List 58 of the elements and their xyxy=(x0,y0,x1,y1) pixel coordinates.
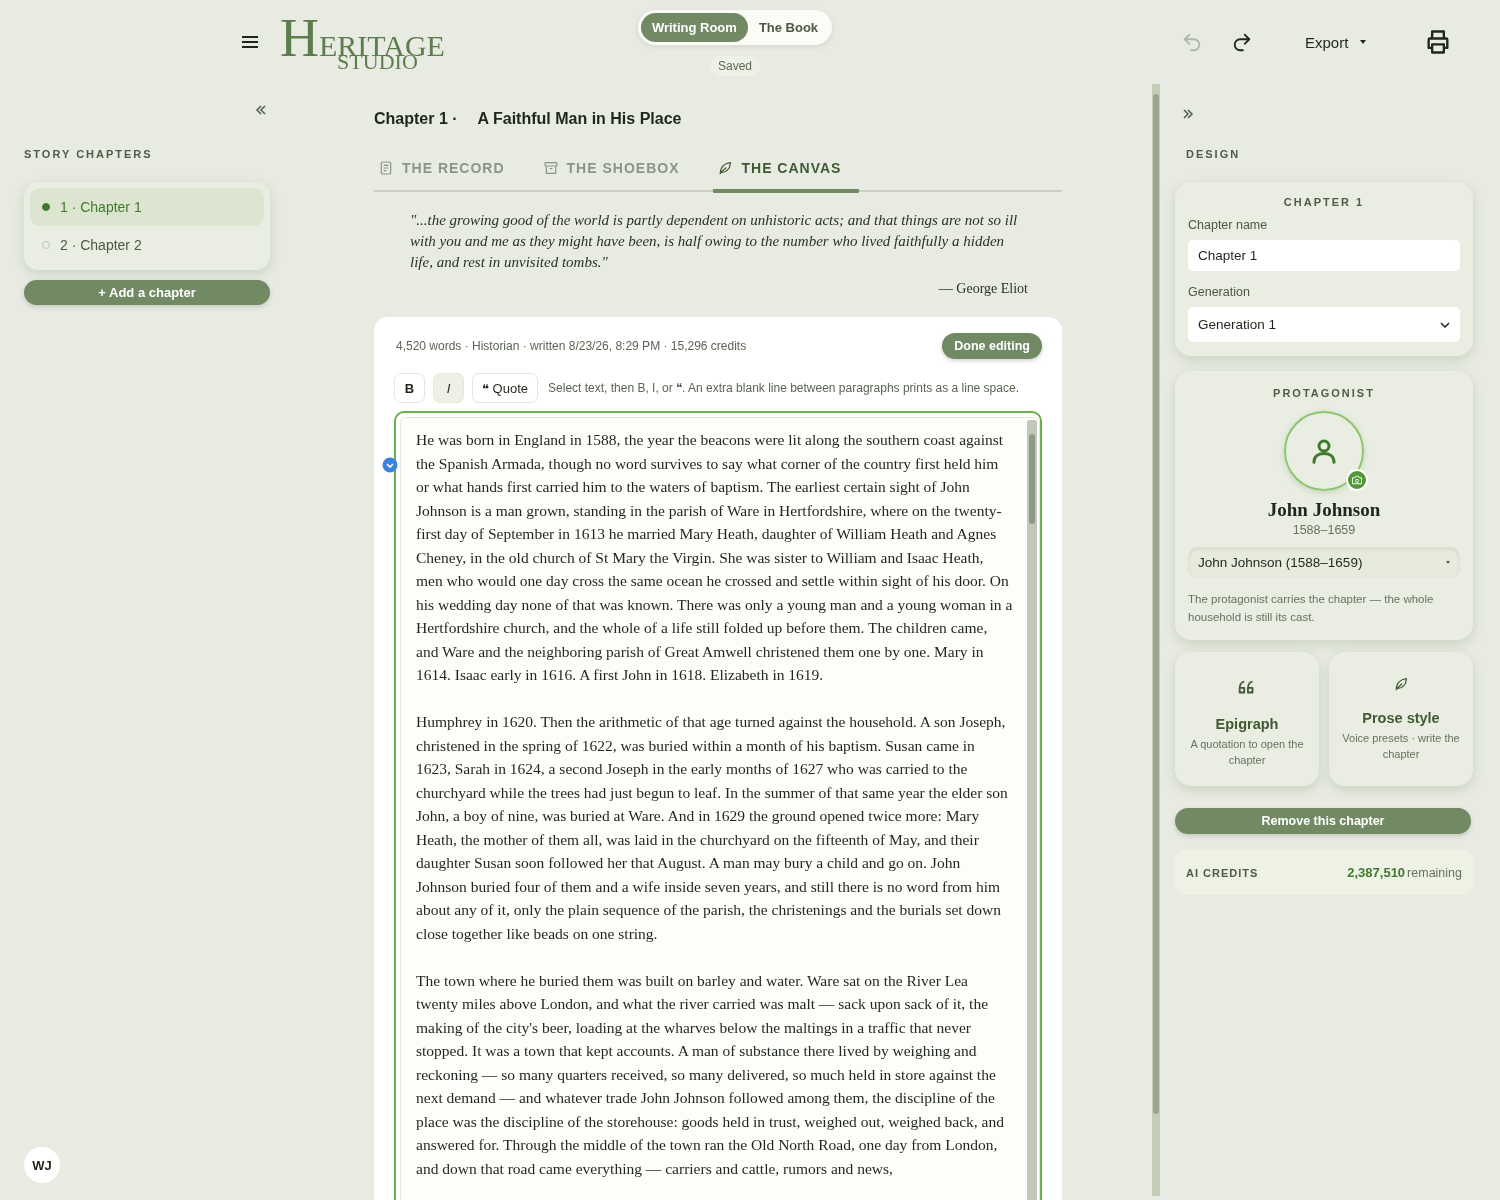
chapter-name-field[interactable]: Chapter 1 xyxy=(1188,240,1460,271)
protagonist-dates: 1588–1659 xyxy=(1292,523,1356,537)
undo-icon xyxy=(1181,31,1203,53)
redo-icon xyxy=(1231,31,1253,53)
protagonist-note: The protagonist carries the chapter — the whole household is still its cast. xyxy=(1188,592,1435,625)
remove-chapter-button[interactable]: Remove this chapter xyxy=(1175,808,1471,834)
mode-tab[interactable]: Writing Room xyxy=(640,13,748,42)
add-chapter-button[interactable]: + Add a chapter xyxy=(24,280,270,305)
bold-button[interactable]: B xyxy=(394,373,425,403)
section-title: STORY CHAPTERS xyxy=(24,148,154,160)
story-paragraph: He was born in England in 1588, the year the beacons were lit along the southern coast against the Spanish Armada, though no word survives to say what corner of the country first held him or what hands first carried him to the waters of baptism. The earliest certain sight of John Johnson is a man grown, standing in the parish of Ware in Hertfordshire, where on the twenty-first day of September in 1613 he married Mary Heath, daughter of William Heath and Agnes Cheney, in the old church of St Mary the Virgin. She was sister to William and Isaac Heath, men who would one day cross the same ocean he crossed and settle within sight of his door. On his wedding day none of that was known. There was only a young man and a young woman in a Hertfordshire church, and the whole of a life still folded up before them. The children came, and Ware and the neighboring parish of Great Amwell christened them one by one. Mary in 1614. Isaac early in 1616. A first John in 1618. Elizabeth in 1619. xyxy=(416,430,1013,685)
chapter-item[interactable]: 2 · Chapter 2 xyxy=(30,226,264,264)
epigraph-attribution: — George Eliot xyxy=(937,281,1028,297)
tool-card[interactable]: Prose style Voice presets · write the chapter xyxy=(1329,652,1473,786)
chapter-item[interactable]: 1 · Chapter 1 xyxy=(30,188,264,226)
chapter-title: A Faithful Man in His Place xyxy=(477,110,682,129)
done-editing-button[interactable]: Done editing xyxy=(942,333,1042,359)
camera-button[interactable] xyxy=(1346,469,1368,491)
mode-tab[interactable]: The Book xyxy=(747,13,830,42)
card-heading: PROTAGONIST xyxy=(1273,387,1375,399)
save-status: Saved xyxy=(710,56,760,76)
credits-amount: 2,387,510 xyxy=(1347,865,1406,880)
scrollbar-thumb[interactable] xyxy=(1029,434,1035,524)
italic-button[interactable]: I xyxy=(433,373,464,403)
section-title: DESIGN xyxy=(1185,148,1242,160)
editor-hint: Select text, then B, I, or ❝. An extra blank line between paragraphs prints as a line space. xyxy=(548,381,1019,395)
credits-suffix: remaining xyxy=(1407,866,1462,880)
caret-icon xyxy=(1446,561,1450,564)
redo-button[interactable] xyxy=(1231,31,1253,53)
story-paragraph: Humphrey in 1620. Then the arithmetic of that age turned against the household. A son Joseph, christened in the spring of 1622, was buried within a month of his baptism. Susan came in 1623, Sarah in 1624, a second Joseph in the early months of 1627 who was carried to the churchyard while the trees had just begun to leaf. In the summer of that same year the elder son John, a boy of nine, was buried at Ware. And in 1629 the ground opened twice more: Mary Heath, the mother of them all, was laid in the churchyard on the fifteenth of May, and their daughter Susan soon followed her that August. A man may bury a child and go on. John Johnson buried four of them and a wife inside seven years, and still there is no word from him about any of it, only the plain sequence of the parish, the christenings and the burials set down close together like beads on one string. xyxy=(416,712,1009,944)
tool-card[interactable]: Epigraph A quotation to open the chapter xyxy=(1175,652,1319,786)
leaf-icon xyxy=(1393,676,1409,692)
scrollbar-thumb[interactable] xyxy=(1153,94,1159,1114)
expand-icon[interactable] xyxy=(1183,108,1195,120)
quote-button[interactable]: ❝ Quote xyxy=(472,373,539,403)
credits-label: AI CREDITS xyxy=(1186,867,1260,879)
editor-meta: 4,520 words · Historian · written 8/23/26, 8:29 PM · 15,296 credits xyxy=(395,339,747,353)
epigraph-quote: "...the growing good of the world is partly dependent on unhistoric acts; and that things are not so ill with you and me as they might have been, is half owing to the number who lived faithfully a hidden life, and rest in unvisited tombs." xyxy=(410,211,1019,272)
generation-dropdown[interactable]: Generation 1 xyxy=(1188,307,1460,342)
field-label: Generation xyxy=(1188,285,1251,299)
story-paragraph: The town where he buried them was built on barley and water. Ware sat on the River Lea twenty miles above London, and what the river carried was malt — sack upon sack of it, the making of the city's beer, loading at the wharves below the maltings in a traffic that never stopped. It was a town that kept accounts. A man of substance there lived by weighing and reckoning — so many quarters received, so many delivered, so much held in store against the next demand — and whatever trade John Johnson followed among them, the discipline of the place was the discipline of the storehouse: goods held in trust, weighed out, weighed back, and answered for. Through the middle of the town ran the Old North Road, one day from London, and down that road came everything — carriers and cattle, rumors and news, xyxy=(416,970,1005,1179)
card-heading: CHAPTER 1 xyxy=(1282,196,1366,208)
camera-icon xyxy=(1351,474,1363,486)
document-icon xyxy=(378,160,394,176)
protagonist-name: John Johnson xyxy=(1267,499,1381,521)
user-avatar[interactable]: WJ xyxy=(24,1147,60,1183)
check-circle-icon[interactable] xyxy=(382,457,398,473)
collapse-icon[interactable] xyxy=(254,104,266,116)
chevron-down-icon xyxy=(1440,321,1450,328)
story-text-field[interactable] xyxy=(400,417,1040,1200)
export-button[interactable]: Export xyxy=(1305,33,1367,51)
tab[interactable]: THE CANVAS xyxy=(713,160,860,193)
protagonist-dropdown[interactable]: John Johnson (1588–1659) xyxy=(1188,547,1460,578)
field-label: Chapter name xyxy=(1188,218,1269,232)
caret-icon xyxy=(1360,40,1367,44)
leaf-icon xyxy=(717,160,734,176)
box-icon xyxy=(542,160,559,176)
chapter-number: Chapter 1 · xyxy=(374,110,458,129)
